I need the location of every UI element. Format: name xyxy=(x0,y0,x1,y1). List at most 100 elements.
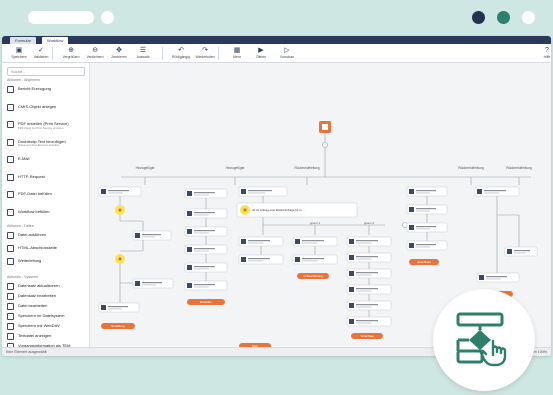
sidebar-item[interactable]: Datensatz aktualisieren xyxy=(7,282,87,292)
workflow-node[interactable] xyxy=(238,186,288,197)
node-icon xyxy=(241,189,246,194)
sidebar-item[interactable]: Doubleclip Text hinzufügen Dokument-Text-… xyxy=(7,138,87,148)
ribbon-button-5[interactable]: ☰ Auswahl xyxy=(130,46,156,62)
node-text-line xyxy=(416,190,436,192)
ribbon-button-4[interactable]: ✥ Zentrieren xyxy=(106,46,132,62)
sidebar-item[interactable]: Datei ausführen xyxy=(7,231,87,241)
section-label-general: Aktionen - Allgemein xyxy=(7,78,40,82)
node-text-line xyxy=(194,230,215,232)
ribbon-button-10[interactable]: ▷ Vorschau xyxy=(274,46,300,62)
sidebar-item[interactable]: Datei bearbeiten xyxy=(7,302,87,312)
node-text-line xyxy=(356,256,378,258)
section-label-data: Aktionen - Daten xyxy=(7,224,34,228)
preview-icon: ▷ xyxy=(284,47,290,54)
print-icon xyxy=(7,121,14,128)
node-icon xyxy=(295,257,300,262)
node-icon xyxy=(187,283,192,288)
sidebar-item-label: HTTP-Request xyxy=(18,173,45,179)
sidebar-item[interactable]: PDF erstellen (Print Service) PDF-Datei m… xyxy=(7,120,87,130)
add-step-icon[interactable] xyxy=(322,142,328,148)
address-dot[interactable] xyxy=(101,11,114,24)
node-text-line xyxy=(356,242,372,244)
browser-frame-top xyxy=(0,0,553,36)
node-icon xyxy=(187,211,192,216)
node-text-line xyxy=(416,244,436,246)
sidebar-search-input[interactable]: Suche... xyxy=(7,67,85,76)
address-pill[interactable] xyxy=(28,11,94,24)
node-text-line xyxy=(356,288,378,290)
condition-text: Ist zu Antrag eine Ersatzanfrage(n) in .… xyxy=(252,208,305,212)
sidebar-item-label: Workflow befüllen xyxy=(18,208,50,214)
ribbon-button-label: Rückgängig xyxy=(172,55,190,59)
window-dot-green[interactable] xyxy=(497,11,510,24)
node-text-line xyxy=(108,192,123,194)
ribbon-button-3[interactable]: ⊖ Verkleinern xyxy=(82,46,108,62)
sidebar-item[interactable]: CMIS-Objekt anlegen xyxy=(7,103,87,113)
sidebar-item[interactable]: PDF-Datei befüllen xyxy=(7,190,87,200)
start-node-icon xyxy=(322,124,328,130)
status-pill-label: Vorschlag xyxy=(360,334,374,338)
ribbon-button-11[interactable]: ? Hilfe xyxy=(534,46,551,62)
node-icon xyxy=(187,265,192,270)
window-dot-navy[interactable] xyxy=(472,11,485,24)
tab-workflow[interactable]: Workflow xyxy=(42,37,69,44)
node-text-line xyxy=(486,276,507,278)
node-icon xyxy=(507,249,512,254)
node-text-line xyxy=(248,190,272,192)
sidebar-item[interactable]: HTTP-Request xyxy=(7,173,87,183)
node-text-line xyxy=(302,258,324,260)
node-text-line xyxy=(356,240,378,242)
sidebar-item[interactable]: Weiterleitung xyxy=(7,257,87,267)
sidebar-item-sublabel: Dokument-Text-Element erstellen xyxy=(18,143,60,147)
node-icon xyxy=(479,275,484,280)
node-icon xyxy=(295,239,300,244)
node-text-line xyxy=(416,228,430,230)
node-text-line xyxy=(248,258,270,260)
sidebar-item-label: HTML-Abschlussseite xyxy=(18,245,57,250)
ribbon-button-6[interactable]: ↶ Rückgängig xyxy=(168,46,194,62)
http-icon xyxy=(7,173,14,181)
node-text-line xyxy=(194,286,209,288)
ribbon-button-1[interactable]: ✓ Validieren xyxy=(28,46,54,62)
node-text-line xyxy=(194,248,215,250)
node-text-line xyxy=(142,236,156,238)
node-text-line xyxy=(248,260,264,262)
sidebar-item-label: Bericht Erzeugung xyxy=(18,86,51,91)
ribbon-button-label: Wiederholen xyxy=(195,55,215,59)
data-icon xyxy=(7,232,14,239)
node-text-line xyxy=(486,278,501,280)
ribbon-separator xyxy=(52,47,53,60)
status-pill-label: Abschluss xyxy=(417,260,431,264)
ribbon-button-8[interactable]: ▦ Mehr xyxy=(224,46,250,62)
node-text-line xyxy=(514,250,530,252)
node-icon xyxy=(349,255,354,260)
ribbon-button-7[interactable]: ↷ Wiederholen xyxy=(192,46,218,62)
sidebar-item[interactable]: Textdatei anzeigen xyxy=(7,332,87,342)
node-icon xyxy=(349,303,354,308)
sidebar-item[interactable]: Bericht Erzeugung xyxy=(7,85,87,95)
lane-title: Rückmeldeleitung xyxy=(506,166,532,170)
sidebar-item[interactable]: HTML-Abschlussseite xyxy=(7,244,87,254)
ribbon-button-2[interactable]: ⊕ Vergrößern xyxy=(58,46,84,62)
sidebar-item[interactable]: Workflow befüllen xyxy=(7,208,87,218)
node-text-line xyxy=(194,284,215,286)
sidebar-item[interactable]: E-Mail xyxy=(7,155,87,165)
node-text-line xyxy=(108,190,129,192)
ribbon-button-label: Öffnen xyxy=(255,55,267,59)
ribbon-button-9[interactable]: ▶ Öffnen xyxy=(248,46,274,62)
node-text-line xyxy=(248,242,264,244)
node-text-line xyxy=(416,226,436,228)
sidebar-item-label: Textdatei anzeigen xyxy=(18,333,52,338)
window-dot-white[interactable] xyxy=(522,11,535,24)
node-text-line xyxy=(142,234,161,236)
sidebar-item[interactable]: Speichern im Dateisystem xyxy=(7,312,87,322)
sidebar-item-label: Datei bearbeiten xyxy=(18,303,48,308)
node-icon xyxy=(187,247,192,252)
sidebar-item[interactable]: Speichern mit WebDAV xyxy=(7,322,87,332)
center-icon: ✥ xyxy=(116,47,122,54)
tab-formular[interactable]: Formular xyxy=(10,37,37,44)
cmis-icon xyxy=(7,103,14,111)
node-icon xyxy=(349,287,354,292)
sidebar-item[interactable]: Datensatz bearbeiten xyxy=(7,292,87,302)
sidebar-item-label: Speichern mit WebDAV xyxy=(18,323,60,328)
